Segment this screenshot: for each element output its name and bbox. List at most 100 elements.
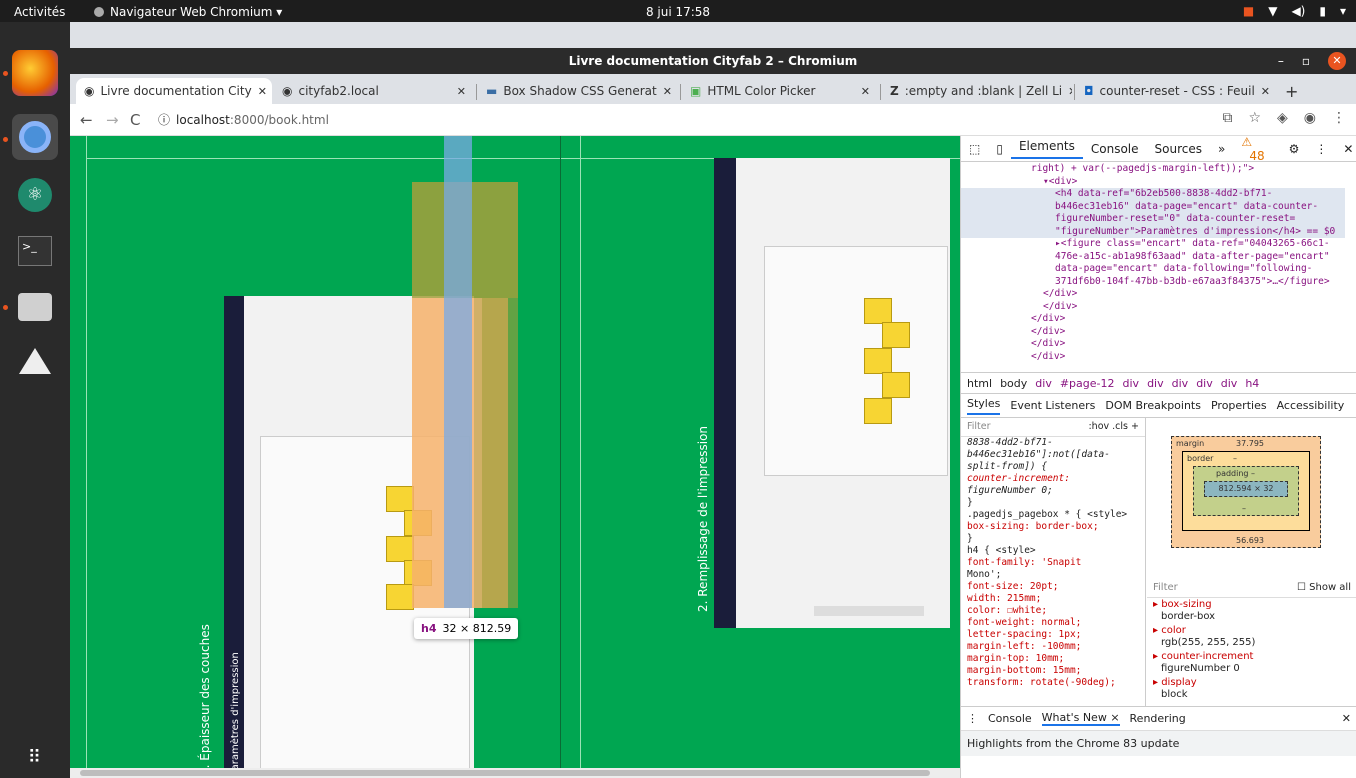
computed-property[interactable]: ▸ color: [1147, 624, 1356, 637]
tab-mdn[interactable]: ◘ counter-reset - CSS : Feuil ✕: [1076, 78, 1272, 104]
subtab-properties[interactable]: Properties: [1211, 399, 1267, 412]
styles-filter-input[interactable]: Filter: [967, 421, 991, 433]
tab-color-picker[interactable]: ▣ HTML Color Picker ✕: [682, 78, 878, 104]
tab-console[interactable]: Console: [1083, 142, 1147, 156]
style-rule-line[interactable]: margin-bottom: 15mm;: [961, 665, 1145, 677]
volume-icon[interactable]: ◀): [1291, 4, 1305, 18]
clock[interactable]: 8 jui 17:58: [0, 5, 1356, 19]
translate-icon[interactable]: ⧉: [1222, 110, 1232, 126]
tab-cityfab[interactable]: ◉ cityfab2.local ✕: [274, 78, 474, 104]
dom-line[interactable]: ▸<figure class="encart" data-ref="040432…: [961, 238, 1345, 251]
menu-icon[interactable]: ⋮: [1332, 110, 1346, 126]
computed-property[interactable]: ▸ counter-increment: [1147, 650, 1356, 663]
style-rule-line[interactable]: 8838-4dd2-bf71-: [961, 437, 1145, 449]
dom-line[interactable]: </div>: [961, 288, 1345, 301]
new-tab-button[interactable]: +: [1285, 82, 1298, 101]
dom-line[interactable]: </div>: [961, 351, 1345, 364]
subtab-dom-breakpoints[interactable]: DOM Breakpoints: [1105, 399, 1201, 412]
page-viewport[interactable]: h4 32 × 812.59 1. Épaisseur des couches …: [70, 136, 960, 778]
reload-icon[interactable]: C: [130, 111, 140, 129]
drawer-menu-icon[interactable]: ⋮: [967, 712, 978, 725]
system-tray[interactable]: ■ ▼ ◀) ▮ ▾: [1243, 4, 1346, 18]
close-tab-icon[interactable]: ✕: [457, 85, 466, 98]
close-tab-icon[interactable]: ✕: [1261, 85, 1270, 98]
dom-line[interactable]: b446ec31eb16" data-page="encart" data-co…: [961, 200, 1345, 213]
dom-line[interactable]: right) + var(--pagedjs-margin-left));">: [961, 163, 1345, 176]
close-devtools-icon[interactable]: ✕: [1335, 142, 1356, 156]
dom-line[interactable]: </div>: [961, 313, 1345, 326]
style-rule-line[interactable]: font-family: 'Snapit: [961, 557, 1145, 569]
cls-toggle[interactable]: .cls: [1112, 421, 1128, 432]
breadcrumb-item[interactable]: html: [967, 377, 992, 390]
inkscape-icon[interactable]: [12, 338, 58, 384]
dom-line[interactable]: 476e-a15c-ab1a98f63aad" data-after-page=…: [961, 251, 1345, 264]
style-rule-line[interactable]: transform: rotate(-90deg);: [961, 677, 1145, 689]
scrollbar-thumb[interactable]: [80, 770, 930, 776]
dom-line[interactable]: ▾<div>: [961, 176, 1345, 189]
dom-line[interactable]: 371df6b0-104f-47bb-b3db-e67aa3f84375">…<…: [961, 276, 1345, 289]
breadcrumb-item[interactable]: div: [1221, 377, 1238, 390]
tab-sources[interactable]: Sources: [1147, 142, 1210, 156]
horizontal-scrollbar[interactable]: [70, 768, 960, 778]
minimize-icon[interactable]: –: [1278, 48, 1284, 74]
tab-box-shadow[interactable]: ▬ Box Shadow CSS Generat ✕: [478, 78, 678, 104]
network-icon[interactable]: ▼: [1268, 4, 1277, 18]
breadcrumb-item[interactable]: #page-12: [1060, 377, 1115, 390]
style-rule-line[interactable]: font-size: 20pt;: [961, 581, 1145, 593]
profile-icon[interactable]: ◉: [1304, 110, 1316, 126]
breadcrumb-item[interactable]: div: [1172, 377, 1189, 390]
style-rule-line[interactable]: margin-left: -100mm;: [961, 641, 1145, 653]
show-all-checkbox[interactable]: ☐ Show all: [1297, 582, 1351, 593]
tab-book[interactable]: ◉ Livre documentation City ✕: [76, 78, 272, 104]
maximize-icon[interactable]: ▫: [1302, 48, 1310, 74]
style-rule-line[interactable]: margin-top: 10mm;: [961, 653, 1145, 665]
close-tab-icon[interactable]: ✕: [1068, 85, 1072, 98]
device-icon[interactable]: ▯: [988, 142, 1011, 156]
style-rule-line[interactable]: b446ec31eb16"]:not([data-: [961, 449, 1145, 461]
dom-line[interactable]: </div>: [961, 338, 1345, 351]
close-tab-icon[interactable]: ✕: [258, 85, 267, 98]
dom-tree[interactable]: right) + var(--pagedjs-margin-left));"> ▾…: [961, 163, 1345, 372]
show-applications-icon[interactable]: ⠿: [12, 734, 58, 778]
styles-filter[interactable]: Filter :hov .cls +: [961, 418, 1145, 437]
style-rule-line[interactable]: font-weight: normal;: [961, 617, 1145, 629]
breadcrumb-item[interactable]: h4: [1245, 377, 1259, 390]
dom-line[interactable]: </div>: [961, 301, 1345, 314]
subtab-accessibility[interactable]: Accessibility: [1277, 399, 1345, 412]
close-tab-icon[interactable]: ✕: [663, 85, 672, 98]
breadcrumb-item[interactable]: div: [1123, 377, 1140, 390]
dom-line[interactable]: <h4 data-ref="6b2eb500-8838-4dd2-bf71-: [961, 188, 1345, 201]
info-icon[interactable]: ⓘ: [158, 111, 170, 128]
drawer-tab-console[interactable]: Console: [988, 712, 1032, 725]
style-rule-line[interactable]: }: [961, 533, 1145, 545]
dom-line[interactable]: "figureNumber">Paramètres d'impression</…: [961, 225, 1345, 238]
warning-badge[interactable]: ⚠ 48: [1233, 135, 1280, 163]
battery-icon[interactable]: ▮: [1319, 4, 1326, 18]
files-icon[interactable]: [12, 284, 58, 330]
style-rule-line[interactable]: }: [961, 497, 1145, 509]
style-rule-line[interactable]: .pagedjs_pagebox * { <style>: [961, 509, 1145, 521]
style-rule-line[interactable]: h4 { <style>: [961, 545, 1145, 557]
record-icon[interactable]: ■: [1243, 4, 1254, 18]
address-bar[interactable]: ⓘ localhost:8000/book.html: [158, 111, 329, 128]
close-icon[interactable]: ✕: [1328, 52, 1346, 70]
computed-filter[interactable]: Filter ☐ Show all: [1147, 578, 1356, 598]
dom-line[interactable]: data-page="encart" data-following="follo…: [961, 263, 1345, 276]
style-rule-line[interactable]: counter-increment:: [961, 473, 1145, 485]
style-rule-line[interactable]: figureNumber 0;: [961, 485, 1145, 497]
breadcrumb-item[interactable]: div: [1035, 377, 1052, 390]
dom-line[interactable]: figureNumber-reset="0" data-counter-rese…: [961, 213, 1345, 226]
back-icon[interactable]: ←: [80, 111, 93, 129]
tab-elements[interactable]: Elements: [1010, 139, 1083, 159]
hov-toggle[interactable]: :hov: [1088, 421, 1109, 432]
computed-pane[interactable]: Filter ☐ Show all ▸ box-sizing border-box…: [1147, 578, 1356, 706]
firefox-icon[interactable]: [12, 50, 58, 96]
style-rule-line[interactable]: color: ☐white;: [961, 605, 1145, 617]
computed-filter-input[interactable]: Filter: [1153, 582, 1178, 593]
style-rule-line[interactable]: width: 215mm;: [961, 593, 1145, 605]
close-tab-icon[interactable]: ✕: [861, 85, 870, 98]
atom-icon[interactable]: ⚛: [12, 172, 58, 218]
style-rule-line[interactable]: box-sizing: border-box;: [961, 521, 1145, 533]
style-rule-line[interactable]: split-from]) {: [961, 461, 1145, 473]
breadcrumb-item[interactable]: div: [1147, 377, 1164, 390]
